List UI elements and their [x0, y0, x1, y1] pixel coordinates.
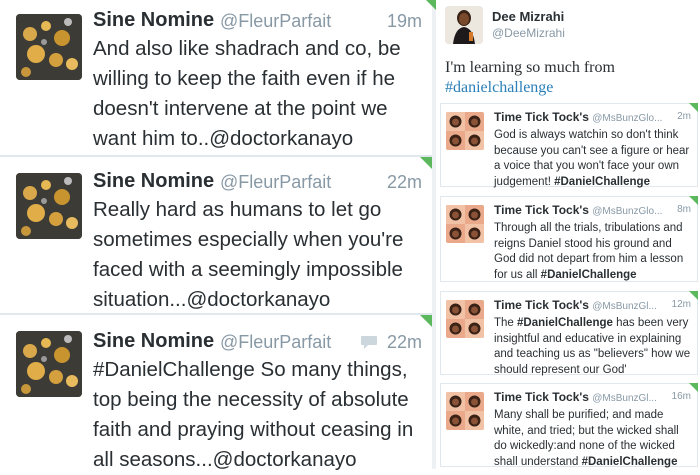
avatar[interactable] — [446, 205, 484, 243]
tweet-text: God is always watchin so don't think bec… — [494, 129, 690, 188]
timestamp[interactable]: 8m — [677, 204, 691, 215]
hashtag-link[interactable]: #DanielChallenge — [582, 456, 678, 468]
tweet[interactable]: Sine Nomine @FleurParfait 22m #DanielCha… — [0, 314, 432, 471]
hashtag-link[interactable]: #danielchallenge — [445, 79, 553, 96]
tweet-text: #DanielChallenge So many things, top bei… — [93, 358, 414, 471]
avatar[interactable] — [16, 14, 82, 80]
quoted-tweet[interactable]: Time Tick Tock's @MsBunzGlo... 2m God is… — [440, 103, 698, 188]
display-name[interactable]: Sine Nomine — [93, 9, 214, 32]
tweet-text: I'm learning so much from #danielchallen… — [445, 58, 695, 98]
timestamp[interactable]: 16m — [672, 391, 691, 402]
tweet-text: The #DanielChallenge has been very insig… — [494, 317, 691, 376]
avatar[interactable] — [446, 300, 484, 338]
tweet-text: Many shall be purified; and made white, … — [494, 409, 679, 468]
display-name[interactable]: Time Tick Tock's @MsBunzGlo... — [494, 110, 662, 124]
avatar[interactable] — [16, 331, 82, 397]
user-handle[interactable]: @FleurParfait — [220, 11, 331, 32]
avatar[interactable] — [445, 6, 483, 44]
display-name[interactable]: Time Tick Tock's @MsBunzGl... — [494, 298, 657, 312]
tweet-text: And also like shadrach and co, be willin… — [93, 37, 401, 150]
display-name[interactable]: Time Tick Tock's @MsBunzGlo... — [494, 203, 662, 217]
corner-marker-icon — [420, 315, 432, 327]
tweet[interactable]: Sine Nomine @FleurParfait 22m Really har… — [0, 156, 432, 314]
speech-bubble-icon[interactable] — [360, 334, 378, 355]
user-handle[interactable]: @MsBunzGl... — [592, 301, 657, 312]
corner-marker-icon — [420, 157, 432, 169]
quoted-tweet[interactable]: Time Tick Tock's @MsBunzGl... 16m Many s… — [440, 383, 698, 468]
display-name[interactable]: Sine Nomine — [93, 170, 214, 193]
avatar[interactable] — [446, 392, 484, 430]
display-name[interactable]: Time Tick Tock's @MsBunzGl... — [494, 390, 657, 404]
user-handle[interactable]: @DeeMizrahi — [492, 26, 565, 40]
timestamp[interactable]: 22m — [387, 332, 422, 353]
tweet-text-body: I'm learning so much from — [445, 59, 615, 76]
quoted-tweet[interactable]: Time Tick Tock's @MsBunzGl... 12m The #D… — [440, 291, 698, 376]
left-timeline: Sine Nomine @FleurParfait 19m And also l… — [0, 0, 432, 471]
timestamp[interactable]: 2m — [677, 111, 691, 122]
user-handle[interactable]: @FleurParfait — [220, 332, 331, 353]
hashtag-link[interactable]: #DanielChallenge — [517, 317, 613, 329]
user-handle[interactable]: @MsBunzGl... — [592, 393, 657, 404]
user-handle[interactable]: @MsBunzGlo... — [592, 206, 662, 217]
right-panel: Dee Mizrahi @DeeMizrahi I'm learning so … — [426, 0, 700, 469]
avatar[interactable] — [16, 173, 82, 239]
timestamp[interactable]: 19m — [387, 11, 422, 32]
corner-marker-icon — [426, 0, 436, 10]
user-handle[interactable]: @FleurParfait — [220, 172, 331, 193]
tweet[interactable]: Sine Nomine @FleurParfait 19m And also l… — [0, 0, 432, 156]
timestamp[interactable]: 12m — [672, 299, 691, 310]
quoted-tweet[interactable]: Time Tick Tock's @MsBunzGlo... 8m Throug… — [440, 196, 698, 282]
user-handle[interactable]: @MsBunzGlo... — [592, 113, 662, 124]
hashtag-link[interactable]: #DanielChallenge — [554, 176, 650, 188]
display-name[interactable]: Sine Nomine — [93, 330, 214, 353]
hashtag-link[interactable]: #DanielChallenge — [541, 269, 637, 281]
avatar[interactable] — [446, 112, 484, 150]
display-name[interactable]: Dee Mizrahi — [492, 9, 564, 24]
tweet-text: Through all the trials, tribulations and… — [494, 222, 684, 281]
tweet-text: Really hard as humans to let go sometime… — [93, 198, 404, 311]
timestamp[interactable]: 22m — [387, 172, 422, 193]
